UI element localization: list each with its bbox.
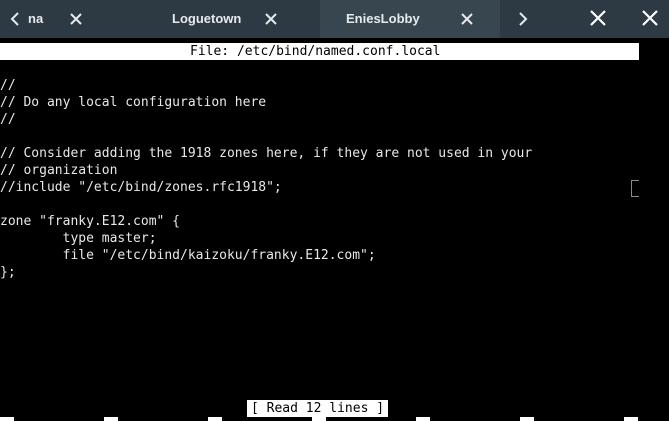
code-line: file "/etc/bind/kaizoku/franky.E12.com"; — [0, 248, 376, 263]
editor-content[interactable]: // // Do any local configuration here // //… — [0, 77, 532, 281]
shortcut-bar — [0, 417, 669, 421]
code-line: // — [0, 78, 16, 93]
tab-label: na — [28, 11, 44, 26]
code-line: zone "franky.E12.com" { — [0, 214, 181, 229]
chevron-right-icon[interactable] — [514, 10, 530, 28]
code-line: // organization — [0, 163, 118, 178]
code-line: //include "/etc/bind/zones.rfc1918"; — [0, 180, 282, 195]
terminal[interactable]: GNU nano 2.5.3 File: /etc/bind/named.con… — [0, 38, 669, 421]
tab-loguetown[interactable]: Loguetown — [150, 0, 290, 38]
code-line: // — [0, 112, 16, 127]
tab-enieslobby[interactable]: EniesLobby — [320, 0, 500, 38]
tab-label: Loguetown — [172, 11, 242, 26]
nano-version: GNU nano 2.5.3 — [37, 61, 147, 76]
cursor — [631, 180, 639, 197]
tab-na[interactable]: na — [24, 0, 134, 38]
code-line: // Consider adding the 1918 zones here, … — [0, 146, 533, 161]
close-icon[interactable] — [264, 12, 278, 26]
tab-bar: na Loguetown EniesLobby — [0, 0, 669, 38]
chevron-left-icon[interactable] — [8, 10, 24, 28]
window-close-icon[interactable] — [641, 9, 659, 27]
status-message: [ Read 12 lines ] — [247, 400, 389, 417]
tab-label: EniesLobby — [346, 11, 420, 26]
window-close-icon[interactable] — [589, 9, 607, 27]
code-line: // Do any local configuration here — [0, 95, 267, 110]
close-icon[interactable] — [460, 12, 474, 26]
code-line: }; — [0, 265, 16, 280]
scrollbar[interactable] — [639, 43, 669, 421]
file-name: File: /etc/bind/named.conf.local — [190, 44, 441, 59]
nano-title-bar: GNU nano 2.5.3 File: /etc/bind/named.con… — [0, 43, 639, 76]
code-line: type master; — [0, 231, 157, 246]
close-icon[interactable] — [69, 12, 83, 26]
